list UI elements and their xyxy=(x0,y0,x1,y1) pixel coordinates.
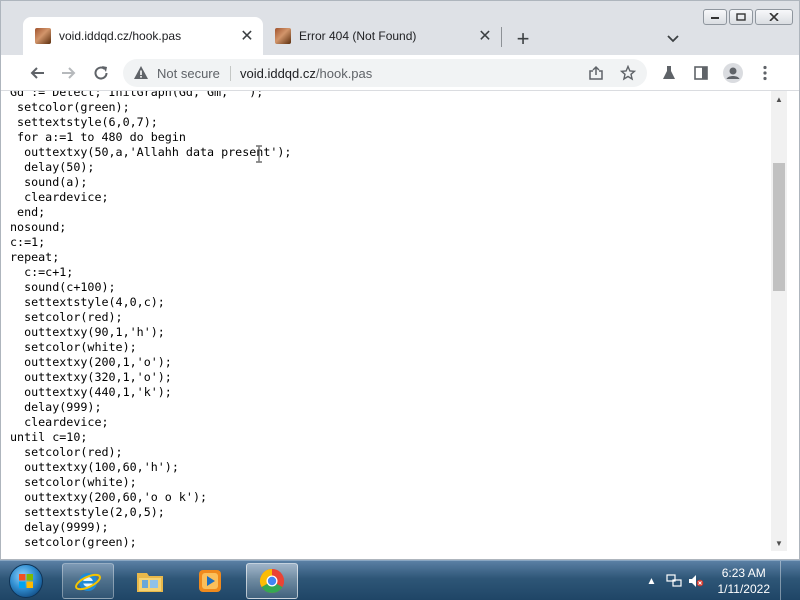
code-line: for a:=1 to 480 do begin xyxy=(17,130,186,144)
side-panel-icon[interactable] xyxy=(689,61,713,85)
system-tray: ▲ 6:23 AM 1/11/2022 xyxy=(644,561,791,600)
code-line: settextstyle(2,0,5); xyxy=(24,505,165,519)
code-line: sound(a); xyxy=(24,175,88,189)
code-line: outtextxy(200,1,'o'); xyxy=(24,355,172,369)
tab-divider xyxy=(501,27,502,47)
code-line: nosound; xyxy=(10,220,67,234)
reload-icon[interactable] xyxy=(89,61,113,85)
tab-strip: void.iddqd.cz/hook.pas ✕ Error 404 (Not … xyxy=(1,1,799,55)
page-content[interactable]: Gd := Detect; InitGraph(Gd, Gm, ''); set… xyxy=(1,91,771,551)
clock[interactable]: 6:23 AM 1/11/2022 xyxy=(718,565,771,597)
extensions-flask-icon[interactable] xyxy=(657,61,681,85)
url-text[interactable]: void.iddqd.cz/hook.pas xyxy=(240,66,372,81)
clock-time: 6:23 AM xyxy=(721,566,766,580)
windows-logo-icon xyxy=(9,564,43,598)
taskbar: ▲ 6:23 AM 1/11/2022 xyxy=(0,560,800,600)
close-window-icon[interactable] xyxy=(755,9,793,25)
code-line: end; xyxy=(17,205,46,219)
text-cursor-icon xyxy=(256,145,262,163)
browser-window: void.iddqd.cz/hook.pas ✕ Error 404 (Not … xyxy=(0,0,800,560)
photo-favicon-icon xyxy=(275,28,291,44)
code-line: setcolor(green); xyxy=(24,535,137,549)
address-bar[interactable]: Not secure void.iddqd.cz/hook.pas xyxy=(123,59,647,87)
code-line: cleardevice; xyxy=(24,415,109,429)
window-controls xyxy=(703,9,793,25)
code-line: c:=c+1; xyxy=(24,265,74,279)
tab-hook-pas[interactable]: void.iddqd.cz/hook.pas ✕ xyxy=(23,17,263,55)
code-line: cleardevice; xyxy=(24,190,109,204)
code-line: delay(50); xyxy=(24,160,95,174)
vertical-scrollbar[interactable]: ▲ ▼ xyxy=(771,91,787,551)
windows-media-player-icon[interactable] xyxy=(184,563,236,599)
code-line: outtextxy(100,60,'h'); xyxy=(24,460,179,474)
bookmark-star-icon[interactable] xyxy=(619,64,637,82)
photo-favicon-icon xyxy=(35,28,51,44)
tab-title: void.iddqd.cz/hook.pas xyxy=(59,29,182,43)
code-line: repeat; xyxy=(10,250,60,264)
scroll-up-arrow-icon[interactable]: ▲ xyxy=(771,91,787,107)
maximize-icon[interactable] xyxy=(729,9,753,25)
menu-kebab-icon[interactable] xyxy=(753,61,777,85)
internet-explorer-icon[interactable] xyxy=(62,563,114,599)
code-line: setcolor(white); xyxy=(24,340,137,354)
code-line: delay(999); xyxy=(24,400,102,414)
volume-muted-icon[interactable] xyxy=(688,573,704,589)
close-tab-icon[interactable]: ✕ xyxy=(237,26,257,46)
code-line: delay(9999); xyxy=(24,520,109,534)
scroll-down-arrow-icon[interactable]: ▼ xyxy=(771,535,787,551)
show-desktop-button[interactable] xyxy=(780,561,790,600)
back-arrow-icon[interactable] xyxy=(25,61,49,85)
profile-avatar-icon[interactable] xyxy=(721,61,745,85)
show-hidden-icons-icon[interactable]: ▲ xyxy=(644,573,660,589)
new-tab-icon[interactable]: + xyxy=(511,26,535,51)
code-line: until c=10; xyxy=(10,430,88,444)
code-line: setcolor(red); xyxy=(24,310,123,324)
tab-search-chevron-icon[interactable] xyxy=(661,27,685,51)
google-chrome-icon[interactable] xyxy=(246,563,298,599)
code-line: sound(c+100); xyxy=(24,280,116,294)
code-line: setcolor(green); xyxy=(17,100,130,114)
tab-title: Error 404 (Not Found) xyxy=(299,29,417,43)
code-line: outtextxy(440,1,'k'); xyxy=(24,385,172,399)
network-icon[interactable] xyxy=(665,573,682,589)
code-line: settextstyle(4,0,c); xyxy=(24,295,165,309)
code-line: setcolor(red); xyxy=(24,445,123,459)
url-host: void.iddqd.cz xyxy=(240,66,316,81)
minimize-icon[interactable] xyxy=(703,9,727,25)
close-tab-icon[interactable]: ✕ xyxy=(475,26,495,46)
code-line: outtextxy(320,1,'o'); xyxy=(24,370,172,384)
code-line: settextstyle(6,0,7); xyxy=(17,115,158,129)
browser-toolbar: Not secure void.iddqd.cz/hook.pas xyxy=(1,55,799,91)
code-line: setcolor(white); xyxy=(24,475,137,489)
start-button[interactable] xyxy=(4,562,48,600)
code-line: outtextxy(50,a,'Allahh data present'); xyxy=(24,145,292,159)
url-path: /hook.pas xyxy=(315,66,373,81)
warning-triangle-icon[interactable] xyxy=(133,65,149,81)
code-line: c:=1; xyxy=(10,235,46,249)
code-line: Gd := Detect; InitGraph(Gd, Gm, ''); xyxy=(10,91,264,99)
clock-date: 1/11/2022 xyxy=(717,582,771,596)
scrollbar-thumb[interactable] xyxy=(773,163,785,291)
code-line: outtextxy(90,1,'h'); xyxy=(24,325,165,339)
security-label[interactable]: Not secure xyxy=(157,66,220,81)
windows-explorer-icon[interactable] xyxy=(124,563,176,599)
forward-arrow-icon[interactable] xyxy=(57,61,81,85)
share-icon[interactable] xyxy=(587,64,605,82)
omnibox-divider xyxy=(230,66,231,81)
tab-error-404[interactable]: Error 404 (Not Found) ✕ xyxy=(263,17,501,55)
source-code: Gd := Detect; InitGraph(Gd, Gm, ''); set… xyxy=(10,91,291,550)
code-line: outtextxy(200,60,'o o k'); xyxy=(24,490,208,504)
